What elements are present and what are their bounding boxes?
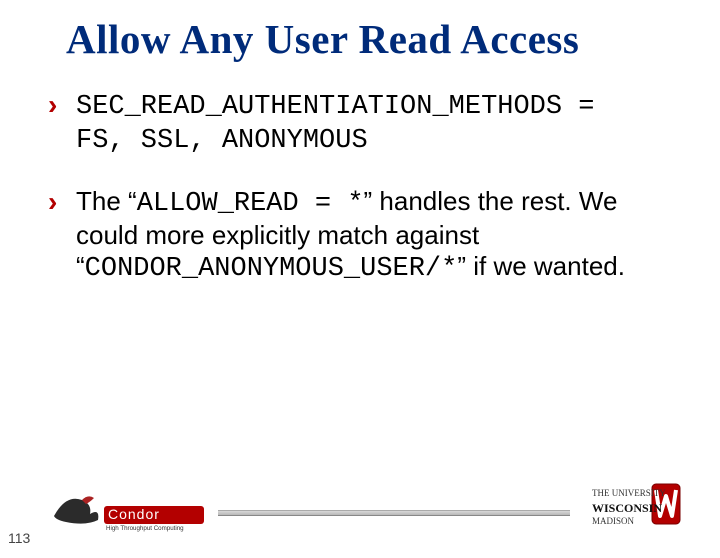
body-text: The “	[76, 186, 137, 216]
chevron-right-icon: ›	[48, 188, 57, 216]
condor-text: Condor	[108, 506, 160, 522]
inline-code: ALLOW_READ = *	[137, 189, 364, 219]
slide-title: Allow Any User Read Access	[66, 18, 720, 61]
code-line: FS, SSL, ANONYMOUS	[76, 126, 368, 156]
horizontal-rule	[218, 510, 570, 516]
list-item: › SEC_READ_AUTHENTIATION_METHODS = FS, S…	[42, 89, 674, 158]
svg-text:WISCONSIN: WISCONSIN	[592, 501, 662, 515]
slide-footer: 113 Condor High Throughput Computing THE…	[0, 476, 720, 538]
svg-text:MADISON: MADISON	[592, 516, 635, 526]
condor-tagline: High Throughput Computing	[106, 525, 184, 532]
code-line: SEC_READ_AUTHENTIATION_METHODS =	[76, 92, 594, 122]
bullet-list: › SEC_READ_AUTHENTIATION_METHODS = FS, S…	[42, 89, 674, 286]
page-number: 113	[8, 530, 30, 546]
body-text: ” if we wanted.	[457, 251, 625, 281]
list-item: › The “ALLOW_READ = *” handles the rest.…	[42, 186, 674, 286]
svg-text:THE UNIVERSITY: THE UNIVERSITY	[592, 488, 666, 498]
wisconsin-logo: THE UNIVERSITY WISCONSIN MADISON	[590, 478, 686, 538]
chevron-right-icon: ›	[48, 91, 57, 119]
condor-logo: Condor High Throughput Computing	[48, 486, 208, 534]
inline-code: CONDOR_ANONYMOUS_USER/*	[85, 254, 458, 284]
